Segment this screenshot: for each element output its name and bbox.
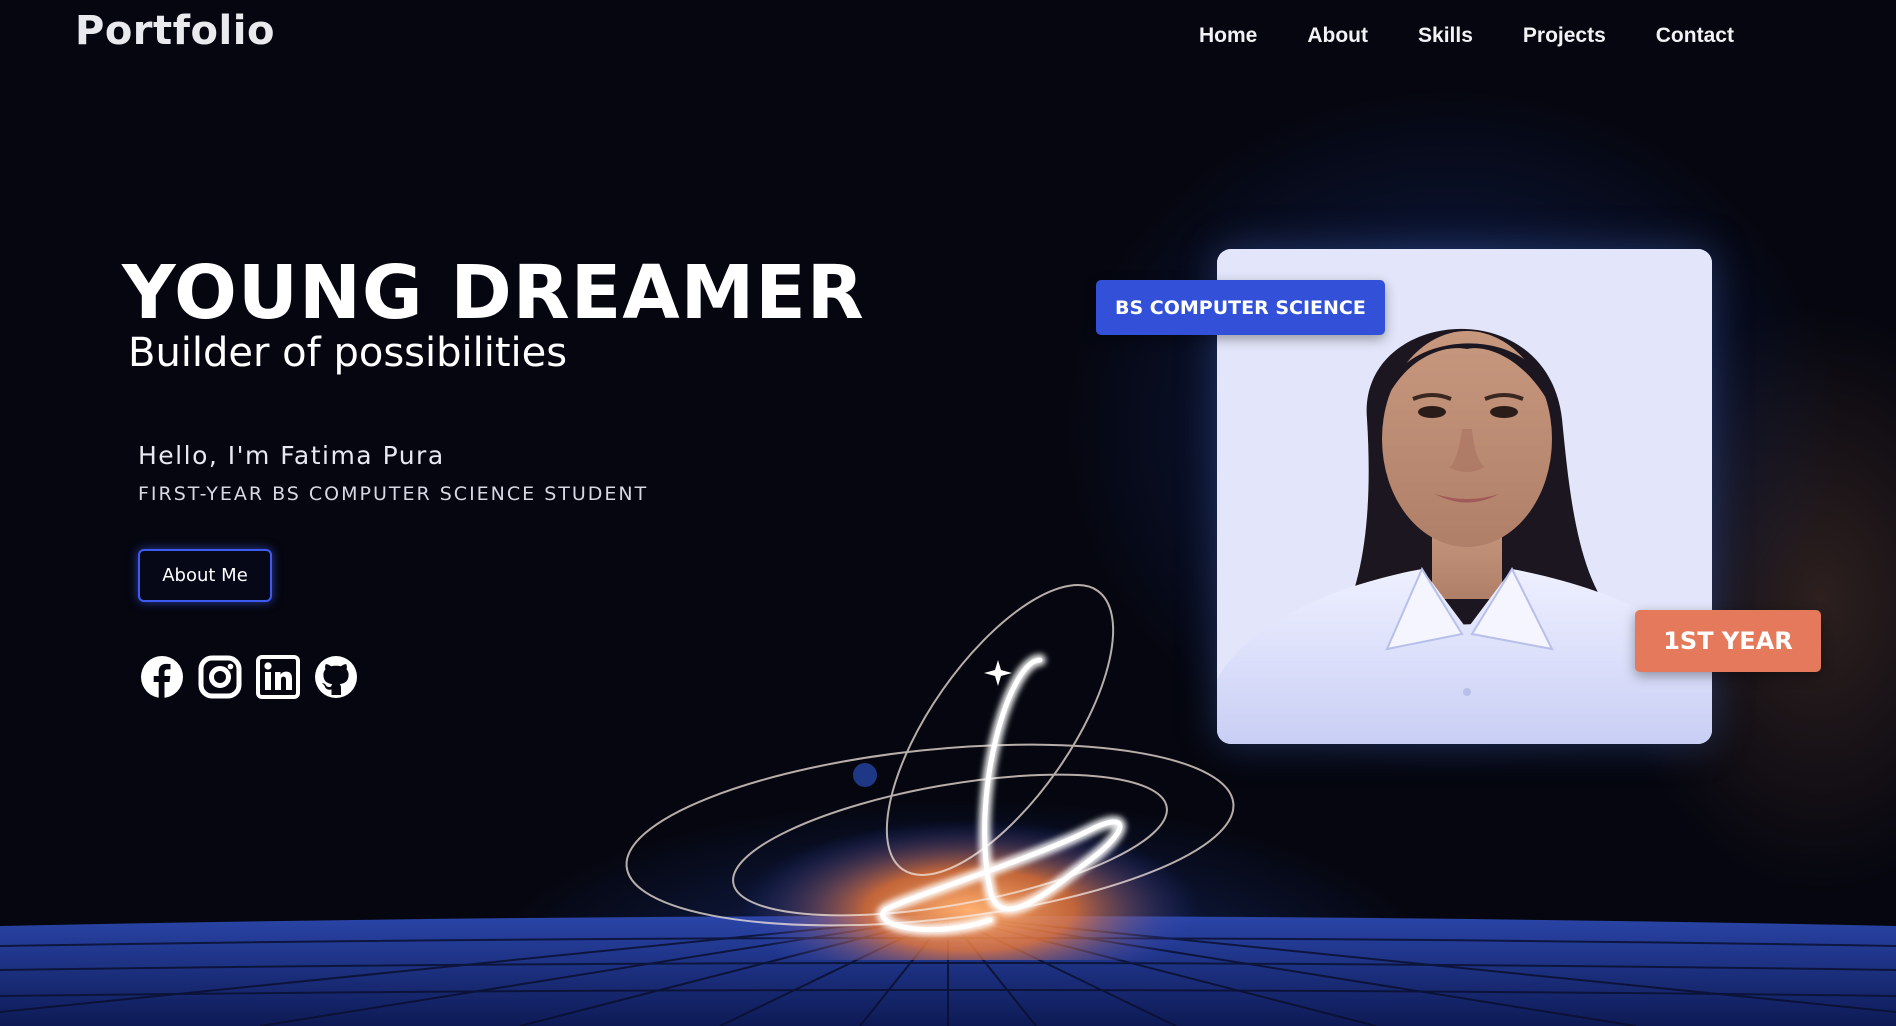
github-link[interactable] — [314, 655, 358, 699]
nav-about[interactable]: About — [1307, 24, 1368, 48]
nav-skills[interactable]: Skills — [1418, 24, 1473, 48]
portfolio-page: Portfolio Home About Skills Projects Con… — [0, 0, 1896, 1026]
role-text: FIRST-YEAR BS COMPUTER SCIENCE STUDENT — [138, 483, 649, 505]
program-badge: BS COMPUTER SCIENCE — [1096, 280, 1385, 335]
site-logo[interactable]: Portfolio — [75, 8, 275, 54]
facebook-icon — [141, 656, 183, 698]
main-nav: Home About Skills Projects Contact — [1199, 24, 1784, 48]
glowing-swirl-decoration — [625, 584, 1235, 960]
linkedin-link[interactable] — [256, 655, 300, 699]
hero-subtitle: Builder of possibilities — [128, 330, 568, 376]
nav-contact[interactable]: Contact — [1656, 24, 1734, 48]
linkedin-icon — [256, 655, 300, 699]
instagram-icon — [198, 655, 242, 699]
hero-title: YOUNG DREAMER — [122, 250, 865, 336]
greeting-text: Hello, I'm Fatima Pura — [138, 441, 445, 470]
about-me-button[interactable]: About Me — [138, 549, 272, 602]
github-icon — [315, 656, 357, 698]
instagram-link[interactable] — [198, 655, 242, 699]
nav-home[interactable]: Home — [1199, 24, 1257, 48]
facebook-link[interactable] — [140, 655, 184, 699]
social-links — [140, 655, 358, 699]
nav-projects[interactable]: Projects — [1523, 24, 1606, 48]
year-badge: 1ST YEAR — [1635, 610, 1821, 672]
